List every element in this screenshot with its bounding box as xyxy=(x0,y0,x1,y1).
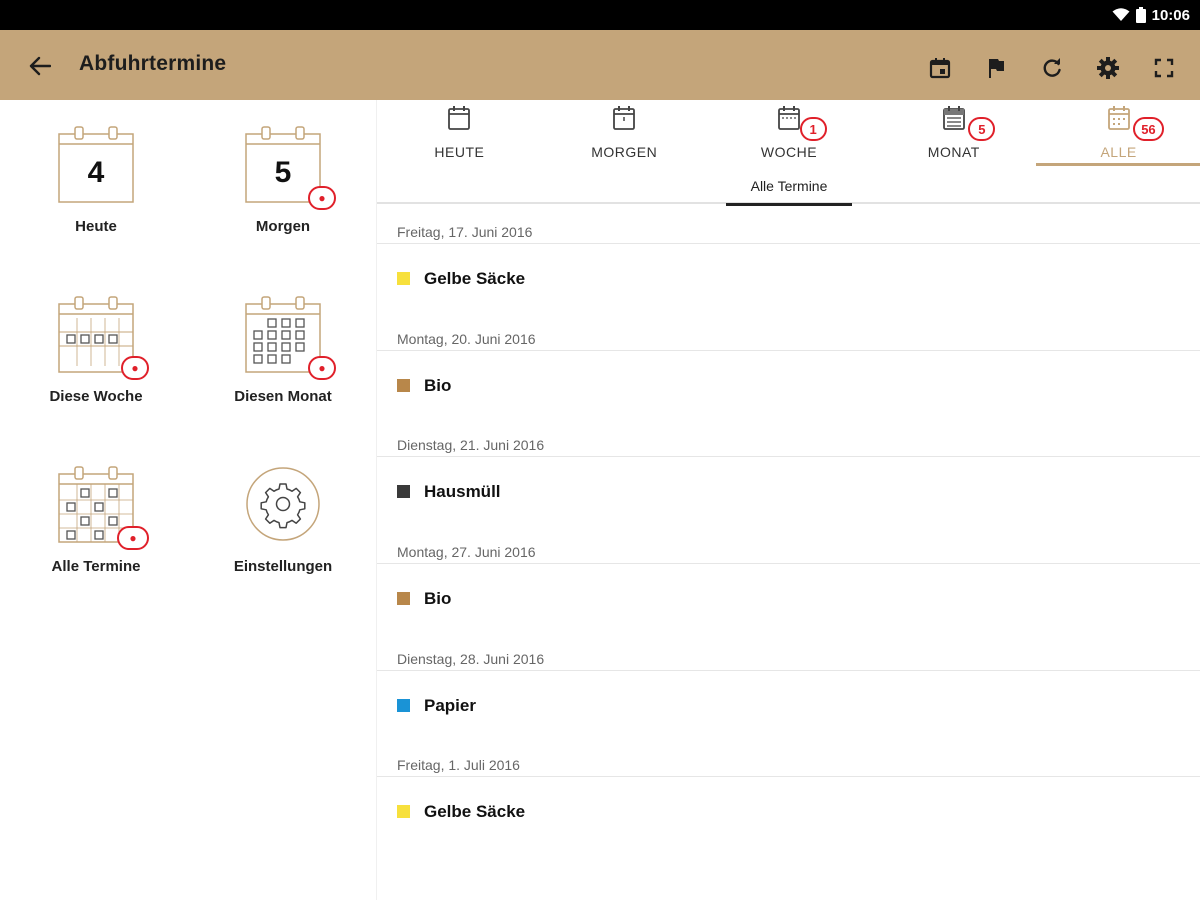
calendar-day-icon xyxy=(448,106,471,130)
waste-color-swatch xyxy=(397,805,410,819)
date-header: Dienstag, 21. Juni 2016 xyxy=(397,437,545,454)
tab-heute[interactable]: HEUTE xyxy=(377,100,542,166)
settings-icon xyxy=(1097,57,1119,79)
waste-color-swatch xyxy=(397,378,410,392)
date-header: Dienstag, 28. Juni 2016 xyxy=(397,650,545,667)
flag-button[interactable] xyxy=(978,50,1014,86)
calendar-month-icon xyxy=(942,106,965,130)
appointment-group: Montag, 27. Juni 2016 Bio xyxy=(377,524,1200,631)
tab-label: WOCHE xyxy=(760,144,818,160)
page-title: Abfuhrtermine xyxy=(79,52,227,75)
waste-color-swatch xyxy=(397,272,410,285)
list-item[interactable]: Gelbe Säcke xyxy=(377,777,1200,843)
tile-tomorrow-label: Morgen xyxy=(255,218,311,235)
waste-type-label: Gelbe Säcke xyxy=(424,269,526,288)
tile-month[interactable]: ● Diesen Monat xyxy=(208,270,358,420)
period-tabs: HEUTE MORGEN WOCHE 1 MONAT 5 ALLE 56 xyxy=(377,100,1200,166)
tile-badge: ● xyxy=(308,186,336,210)
subtab-all-appointments[interactable]: Alle Termine xyxy=(726,166,852,206)
waste-type-label: Papier xyxy=(424,695,476,715)
tab-label: HEUTE xyxy=(434,144,485,160)
fullscreen-button[interactable] xyxy=(1146,50,1182,86)
status-time: 10:06 xyxy=(1151,6,1190,24)
tab-badge: 1 xyxy=(799,117,827,141)
badge-count-icon: ● xyxy=(129,531,137,545)
gear-icon xyxy=(246,467,320,541)
refresh-icon xyxy=(1043,58,1061,77)
status-bar: 10:06 xyxy=(0,0,1200,30)
waste-type-label: Gelbe Säcke xyxy=(424,802,526,822)
settings-button[interactable] xyxy=(1090,50,1126,86)
waste-color-swatch xyxy=(397,698,410,712)
list-item[interactable]: Papier xyxy=(377,671,1200,737)
tile-tomorrow[interactable]: 5 ● Morgen xyxy=(208,100,358,250)
tab-monat[interactable]: MONAT 5 xyxy=(871,100,1036,166)
appointment-group: Dienstag, 21. Juni 2016 Hausmüll xyxy=(377,417,1200,524)
battery-icon xyxy=(1135,7,1146,23)
waste-type-label: Bio xyxy=(424,589,452,609)
tab-label: MORGEN xyxy=(591,144,658,160)
today-day-number: 4 xyxy=(87,156,105,189)
appointments-panel: HEUTE MORGEN WOCHE 1 MONAT 5 ALLE 56 All… xyxy=(376,100,1200,900)
tile-month-label: Diesen Monat xyxy=(234,388,332,405)
badge-count-icon: ● xyxy=(318,361,326,375)
list-item[interactable]: Bio xyxy=(377,351,1200,417)
waste-color-swatch xyxy=(397,592,410,606)
date-header: Montag, 27. Juni 2016 xyxy=(397,544,536,561)
tab-badge: 5 xyxy=(968,117,996,141)
today-button[interactable] xyxy=(922,50,958,86)
subtab-row: Alle Termine xyxy=(377,166,1200,206)
flag-icon xyxy=(989,59,1004,78)
list-item[interactable]: Hausmüll xyxy=(377,457,1200,523)
calendar-all-icon xyxy=(1107,106,1130,130)
tile-today[interactable]: 4 Heute xyxy=(21,100,171,250)
badge-count-icon: ● xyxy=(318,191,326,205)
list-item[interactable]: Gelbe Säcke xyxy=(377,244,1200,310)
tile-today-label: Heute xyxy=(75,218,117,235)
tile-badge: ● xyxy=(117,526,149,550)
date-header: Freitag, 17. Juni 2016 xyxy=(397,224,533,240)
tab-badge: 56 xyxy=(1133,117,1164,141)
waste-type-label: Bio xyxy=(424,375,452,395)
appointment-list: Freitag, 17. Juni 2016 Gelbe Säcke Monta… xyxy=(377,204,1200,844)
shortcut-grid: 4 Heute 5 ● Morgen ● Diese Woche ● Diese… xyxy=(0,100,376,900)
appointment-group: Freitag, 1. Juli 2016 Gelbe Säcke xyxy=(377,737,1200,844)
tab-label: MONAT xyxy=(927,144,980,160)
date-header: Freitag, 1. Juli 2016 xyxy=(397,757,520,774)
appointment-group: Dienstag, 28. Juni 2016 Papier xyxy=(377,631,1200,738)
wifi-icon xyxy=(1112,8,1130,21)
calendar-event-icon xyxy=(929,58,951,79)
tile-all-label: Alle Termine xyxy=(51,558,141,575)
tile-week-label: Diese Woche xyxy=(49,388,143,405)
tab-alle[interactable]: ALLE 56 xyxy=(1036,100,1200,166)
tile-all[interactable]: ● Alle Termine xyxy=(21,440,171,590)
back-button[interactable] xyxy=(24,50,56,82)
app-bar: Abfuhrtermine xyxy=(0,30,1200,100)
tab-morgen[interactable]: MORGEN xyxy=(542,100,707,166)
status-icons: 10:06 xyxy=(1112,5,1190,25)
tile-settings[interactable]: Einstellungen xyxy=(208,440,358,590)
list-item[interactable]: Bio xyxy=(377,564,1200,630)
tile-badge: ● xyxy=(121,356,149,380)
tomorrow-day-number: 5 xyxy=(274,156,292,189)
appointment-group: Freitag, 17. Juni 2016 Gelbe Säcke xyxy=(377,204,1200,311)
app-bar-actions xyxy=(922,50,1182,86)
waste-color-swatch xyxy=(397,485,410,499)
calendar-week-icon xyxy=(778,106,800,130)
tab-label: ALLE xyxy=(1100,144,1137,160)
tab-woche[interactable]: WOCHE 1 xyxy=(707,100,872,166)
refresh-button[interactable] xyxy=(1034,50,1070,86)
date-header: Montag, 20. Juni 2016 xyxy=(397,330,536,347)
calendar-day-icon xyxy=(613,106,636,130)
appointment-group: Montag, 20. Juni 2016 Bio xyxy=(377,311,1200,418)
tile-badge: ● xyxy=(308,356,336,380)
waste-type-label: Hausmüll xyxy=(424,482,501,502)
arrow-left-icon xyxy=(29,56,51,76)
fullscreen-icon xyxy=(1154,58,1174,78)
tile-week[interactable]: ● Diese Woche xyxy=(21,270,171,420)
badge-count-icon: ● xyxy=(131,361,139,375)
tile-settings-label: Einstellungen xyxy=(233,558,333,575)
